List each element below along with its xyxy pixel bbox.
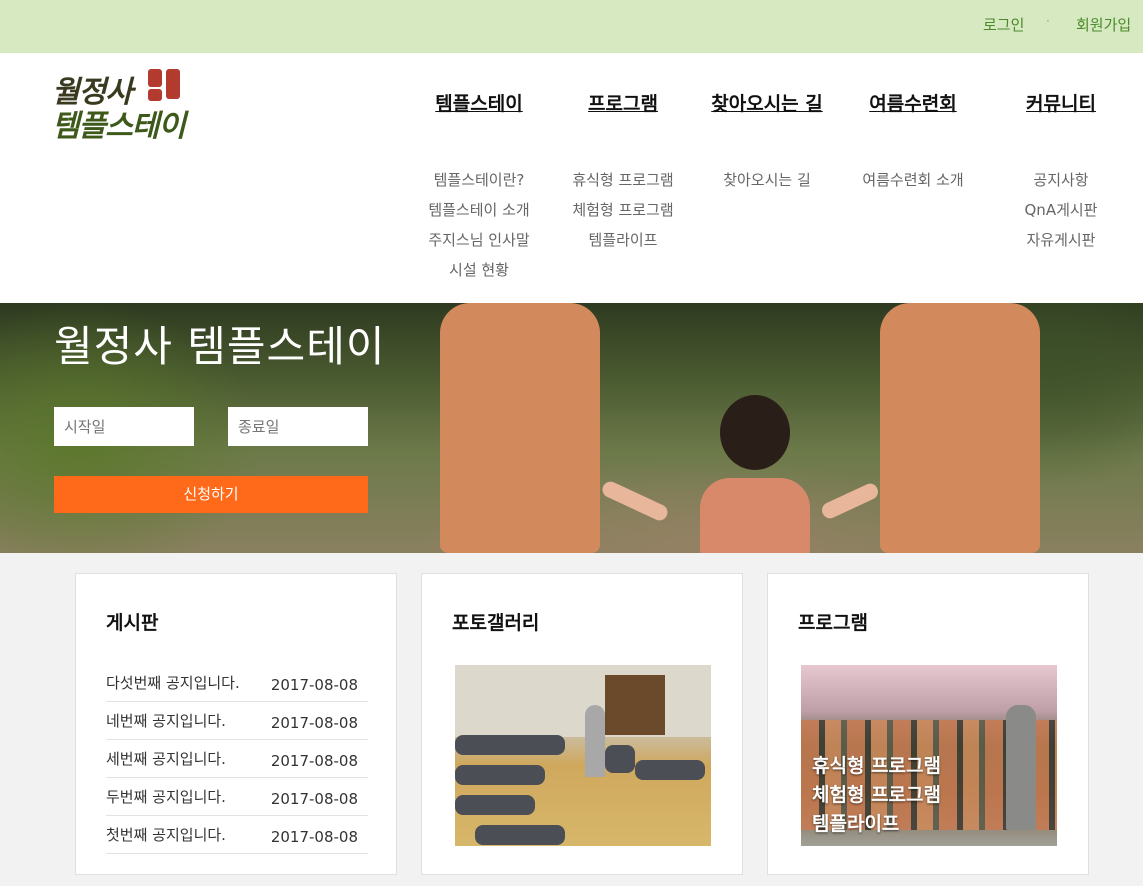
board-card: 게시판 다섯번째 공지입니다. 2017-08-08 네번째 공지입니다. 20… [75, 573, 397, 875]
logo-seal-icon [148, 69, 162, 87]
apply-button[interactable]: 신청하기 [54, 476, 368, 513]
nav-main-community[interactable]: 커뮤니티 [986, 89, 1136, 117]
logo-seal-icon [166, 69, 180, 99]
hero-title: 월정사 템플스테이 [54, 322, 386, 371]
program-link[interactable]: 체험형 프로그램 [812, 780, 941, 809]
program-link[interactable]: 템플라이프 [812, 809, 941, 838]
nav-main-program[interactable]: 프로그램 [548, 89, 698, 117]
end-date-input[interactable] [228, 407, 368, 446]
gallery-card: 포토갤러리 [421, 573, 743, 875]
hero-figure [440, 303, 600, 553]
site-logo[interactable]: 월정사 템플스테이 [52, 67, 187, 144]
nav-sub-item[interactable]: 템플스테이란? [404, 171, 554, 201]
nav-sub-item[interactable]: 휴식형 프로그램 [548, 171, 698, 201]
nav-templestay: 템플스테이 템플스테이란? 템플스테이 소개 주지스님 인사말 시설 현황 [404, 89, 554, 291]
photo-monk [1006, 705, 1036, 830]
gallery-title: 포토갤러리 [452, 612, 540, 634]
hero-child [700, 478, 810, 553]
photo-wall [455, 665, 711, 737]
nav-sub-item[interactable]: 자유게시판 [986, 231, 1136, 261]
program-link-list: 휴식형 프로그램 체험형 프로그램 템플라이프 [812, 751, 941, 838]
hero-banner: 월정사 템플스테이 신청하기 [0, 303, 1143, 553]
nav-sub-item[interactable]: 주지스님 인사말 [404, 231, 554, 261]
nav-sub-item[interactable]: 시설 현황 [404, 261, 554, 291]
login-link[interactable]: 로그인 [983, 14, 1024, 35]
nav-submenu: 휴식형 프로그램 체험형 프로그램 템플라이프 [548, 171, 698, 261]
photo-seated-row [635, 760, 705, 780]
hero-child-head [720, 395, 790, 470]
post-title[interactable]: 다섯번째 공지입니다. [106, 672, 240, 693]
separator-dot: · [1046, 14, 1050, 28]
nav-submenu: 공지사항 QnA게시판 자유게시판 [986, 171, 1136, 261]
photo-seated-row [475, 825, 565, 845]
nav-submenu: 여름수련회 소개 [838, 171, 988, 201]
nav-sub-item[interactable]: 여름수련회 소개 [838, 171, 988, 201]
photo-monk [585, 705, 605, 777]
nav-summer-retreat: 여름수련회 여름수련회 소개 [838, 89, 988, 201]
list-item[interactable]: 첫번째 공지입니다. 2017-08-08 [106, 816, 368, 854]
program-card: 프로그램 휴식형 프로그램 체험형 프로그램 템플라이프 [767, 573, 1089, 875]
logo-seal-icon [148, 89, 162, 101]
nav-sub-item[interactable]: 템플라이프 [548, 231, 698, 261]
start-date-input[interactable] [54, 407, 194, 446]
nav-submenu: 찾아오시는 길 [692, 171, 842, 201]
list-item[interactable]: 세번째 공지입니다. 2017-08-08 [106, 740, 368, 778]
program-title: 프로그램 [798, 612, 868, 634]
list-item[interactable]: 두번째 공지입니다. 2017-08-08 [106, 778, 368, 816]
nav-submenu: 템플스테이란? 템플스테이 소개 주지스님 인사말 시설 현황 [404, 171, 554, 291]
photo-altar [605, 675, 665, 735]
nav-community: 커뮤니티 공지사항 QnA게시판 자유게시판 [986, 89, 1136, 261]
post-date: 2017-08-08 [270, 790, 358, 808]
nav-main-templestay[interactable]: 템플스테이 [404, 89, 554, 117]
logo-line-2: 템플스테이 [52, 109, 186, 144]
post-title[interactable]: 두번째 공지입니다. [106, 786, 226, 807]
program-link[interactable]: 휴식형 프로그램 [812, 751, 941, 780]
post-date: 2017-08-08 [270, 714, 358, 732]
board-title: 게시판 [106, 612, 159, 634]
photo-seated-row [455, 735, 565, 755]
photo-seated-row [455, 795, 535, 815]
nav-sub-item[interactable]: QnA게시판 [986, 201, 1136, 231]
list-item[interactable]: 다섯번째 공지입니다. 2017-08-08 [106, 664, 368, 702]
post-date: 2017-08-08 [270, 828, 358, 846]
nav-sub-item[interactable]: 체험형 프로그램 [548, 201, 698, 231]
nav-sub-item[interactable]: 찾아오시는 길 [692, 171, 842, 201]
top-utility-bar: 로그인 · 회원가입 [0, 0, 1143, 53]
nav-sub-item[interactable]: 템플스테이 소개 [404, 201, 554, 231]
photo-seated-row [455, 765, 545, 785]
nav-main-summer-retreat[interactable]: 여름수련회 [838, 89, 988, 117]
site-header: 월정사 템플스테이 템플스테이 템플스테이란? 템플스테이 소개 주지스님 인사… [0, 53, 1143, 303]
post-title[interactable]: 세번째 공지입니다. [106, 748, 226, 769]
post-title[interactable]: 네번째 공지입니다. [106, 710, 226, 731]
photo-seated-person [605, 745, 635, 773]
board-post-list: 다섯번째 공지입니다. 2017-08-08 네번째 공지입니다. 2017-0… [106, 664, 368, 854]
hero-figure [880, 303, 1040, 553]
nav-sub-item[interactable]: 공지사항 [986, 171, 1136, 201]
nav-directions: 찾아오시는 길 찾아오시는 길 [692, 89, 842, 201]
signup-link[interactable]: 회원가입 [1076, 14, 1131, 35]
post-date: 2017-08-08 [270, 676, 358, 694]
nav-program: 프로그램 휴식형 프로그램 체험형 프로그램 템플라이프 [548, 89, 698, 261]
nav-main-directions[interactable]: 찾아오시는 길 [692, 89, 842, 117]
list-item[interactable]: 네번째 공지입니다. 2017-08-08 [106, 702, 368, 740]
post-title[interactable]: 첫번째 공지입니다. [106, 824, 226, 845]
gallery-photo[interactable] [455, 665, 711, 846]
post-date: 2017-08-08 [270, 752, 358, 770]
